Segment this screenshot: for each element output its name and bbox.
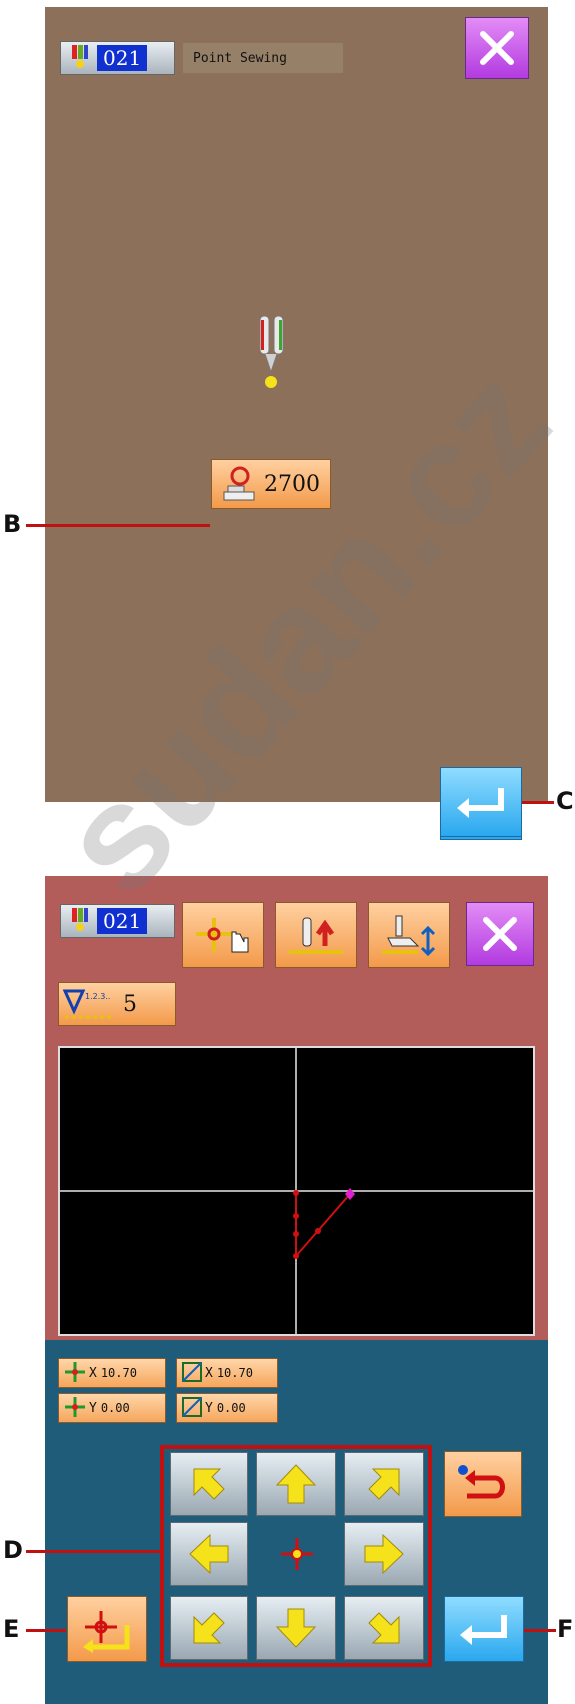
- needle-thread-icon: [69, 906, 91, 937]
- annotation-f: F: [557, 1615, 574, 1643]
- move-xy-icon: [63, 1396, 87, 1421]
- pattern-number-box[interactable]: 021: [60, 41, 175, 75]
- presser-foot-button[interactable]: [368, 902, 450, 968]
- speed-value: 2700: [264, 471, 320, 497]
- x-absolute-value: 10.70: [216, 1366, 253, 1380]
- crosshair-hand-icon: [196, 918, 249, 953]
- annotation-d-line: [26, 1550, 160, 1553]
- speed-button[interactable]: 2700: [211, 459, 331, 509]
- move-up-button[interactable]: [256, 1452, 336, 1516]
- close-icon: [483, 917, 517, 951]
- move-xy-icon: [63, 1361, 87, 1386]
- annotation-e: E: [3, 1615, 20, 1643]
- svg-text:1.2.3..: 1.2.3..: [85, 992, 110, 1001]
- pattern-number-box-2[interactable]: 021: [60, 904, 175, 938]
- move-left-button[interactable]: [170, 1522, 248, 1586]
- coord-x-absolute: X 10.70: [176, 1358, 278, 1388]
- arrow-up-left-icon: [193, 1468, 225, 1500]
- arrow-down-left-icon: [193, 1612, 225, 1644]
- y-value: 0.00: [100, 1401, 130, 1415]
- pattern-number: 021: [97, 45, 148, 71]
- needle-up-icon: [289, 917, 343, 954]
- needle-thread-icon: [69, 43, 91, 74]
- close-icon: [480, 31, 514, 65]
- coord-y-relative: Y 0.00: [58, 1393, 166, 1423]
- needle-up-button[interactable]: [275, 902, 357, 968]
- pattern-canvas: [58, 1046, 535, 1336]
- sewing-speed-icon: [223, 466, 255, 501]
- coord-x-relative: X 10.70: [58, 1358, 166, 1388]
- move-down-left-button[interactable]: [170, 1596, 248, 1660]
- stitch-count-icon: 1.2.3..: [63, 989, 111, 1019]
- enter-icon: [460, 1615, 507, 1645]
- current-position-icon: [279, 1536, 315, 1572]
- close-button-2[interactable]: [466, 902, 534, 966]
- move-right-button[interactable]: [344, 1522, 424, 1586]
- point-sewing-screen: 021 Point Sewing 2700: [45, 7, 548, 840]
- annotation-c-line: [522, 801, 554, 804]
- annotation-e-line: [26, 1629, 66, 1632]
- position-select-button[interactable]: [182, 902, 264, 968]
- enter-button-f[interactable]: [444, 1596, 524, 1662]
- arrow-left-icon: [189, 1533, 229, 1575]
- arrow-down-icon: [275, 1608, 317, 1648]
- return-icon: [458, 1465, 505, 1499]
- set-point-enter-icon: [83, 1611, 130, 1653]
- screen-title-text: Point Sewing: [193, 50, 287, 66]
- coord-y-absolute: Y 0.00: [176, 1393, 278, 1423]
- move-down-right-button[interactable]: [344, 1596, 424, 1660]
- move-up-left-button[interactable]: [170, 1452, 248, 1516]
- arrow-right-icon: [364, 1533, 404, 1575]
- needle-icon: [253, 312, 293, 392]
- annotation-b: B: [3, 510, 22, 538]
- stitch-count-value: 5: [123, 991, 137, 1017]
- annotation-d: D: [3, 1536, 23, 1564]
- pattern-number: 021: [97, 908, 148, 934]
- annotation-b-line: [26, 524, 210, 527]
- absolute-xy-icon: [181, 1361, 203, 1386]
- enter-button-c[interactable]: [440, 767, 522, 837]
- presser-foot-icon: [382, 915, 436, 957]
- absolute-xy-icon: [181, 1396, 203, 1421]
- move-up-right-button[interactable]: [344, 1452, 424, 1516]
- x-label: X: [205, 1365, 213, 1381]
- move-down-button[interactable]: [256, 1596, 336, 1660]
- annotation-f-line: [524, 1629, 556, 1632]
- close-button[interactable]: [465, 17, 529, 79]
- y-label: Y: [205, 1400, 213, 1416]
- screen-title: Point Sewing: [183, 43, 343, 73]
- stitch-count-button[interactable]: 1.2.3.. 5: [58, 982, 176, 1026]
- enter-icon: [457, 788, 504, 818]
- annotation-c: C: [556, 787, 574, 815]
- y-absolute-value: 0.00: [216, 1401, 246, 1415]
- x-value: 10.70: [100, 1366, 137, 1380]
- arrow-up-right-icon: [368, 1468, 400, 1500]
- arrow-up-icon: [275, 1464, 317, 1504]
- return-button[interactable]: [444, 1451, 522, 1517]
- arrow-down-right-icon: [368, 1612, 400, 1644]
- x-label: X: [89, 1365, 97, 1381]
- set-point-button[interactable]: [67, 1596, 147, 1662]
- y-label: Y: [89, 1400, 97, 1416]
